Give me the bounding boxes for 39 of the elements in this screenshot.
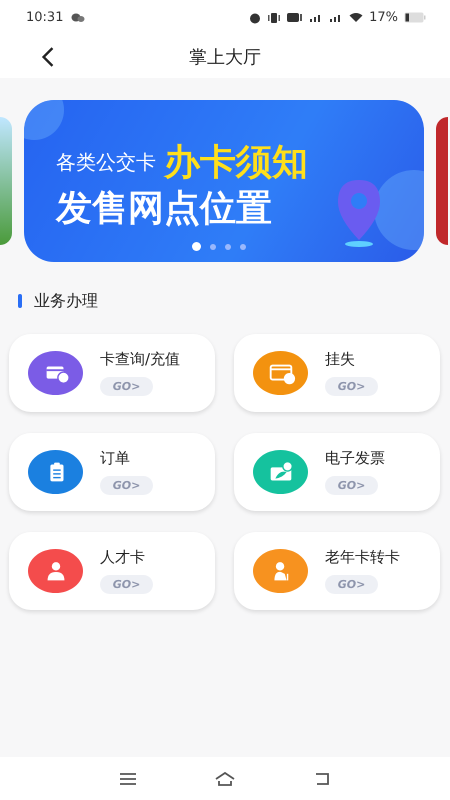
- wifi-icon: [349, 12, 364, 23]
- battery-percent: 17%: [369, 10, 398, 25]
- go-button[interactable]: GO>: [325, 575, 378, 594]
- vibrate-icon: [267, 12, 282, 24]
- carousel-dot[interactable]: [240, 244, 246, 250]
- page-title: 掌上大厅: [189, 46, 261, 68]
- status-time: 10:31: [26, 10, 64, 25]
- service-card[interactable]: 挂失 GO>: [234, 334, 440, 412]
- carousel-dot[interactable]: [192, 242, 201, 251]
- service-label: 人才卡: [100, 548, 145, 567]
- service-card[interactable]: 人才卡 GO>: [9, 532, 215, 610]
- banner-title: 发售网点位置: [56, 187, 272, 231]
- go-button[interactable]: GO>: [325, 476, 378, 495]
- go-button[interactable]: GO>: [100, 377, 153, 396]
- go-button[interactable]: GO>: [325, 377, 378, 396]
- service-label: 订单: [100, 449, 130, 468]
- home-icon[interactable]: [214, 770, 236, 788]
- service-card[interactable]: 订单 GO>: [9, 433, 215, 511]
- carousel-dot[interactable]: [225, 244, 231, 250]
- battery-icon: [404, 12, 426, 23]
- banner-subtitle: 各类公交卡: [56, 149, 156, 176]
- go-button[interactable]: GO>: [100, 476, 153, 495]
- service-label: 电子发票: [325, 449, 385, 468]
- section-title: 业务办理: [34, 290, 98, 312]
- banner-headline: 办卡须知: [164, 141, 308, 185]
- service-card[interactable]: 电子发票 GO>: [234, 433, 440, 511]
- service-label: 老年卡转卡: [325, 548, 400, 567]
- banner[interactable]: 各类公交卡 办卡须知 发售网点位置: [24, 100, 424, 262]
- back-icon[interactable]: [42, 47, 54, 67]
- chat-icon: [71, 12, 86, 22]
- service-card[interactable]: 老年卡转卡 GO>: [234, 532, 440, 610]
- service-card[interactable]: 卡查询/充值 GO>: [9, 334, 215, 412]
- service-label: 卡查询/充值: [100, 350, 180, 369]
- carousel-dot[interactable]: [210, 244, 216, 250]
- alarm-icon: [249, 12, 262, 24]
- location-pin-icon: [336, 178, 382, 248]
- service-label: 挂失: [325, 350, 355, 369]
- hd-icon: [287, 12, 304, 23]
- go-button[interactable]: GO>: [100, 575, 153, 594]
